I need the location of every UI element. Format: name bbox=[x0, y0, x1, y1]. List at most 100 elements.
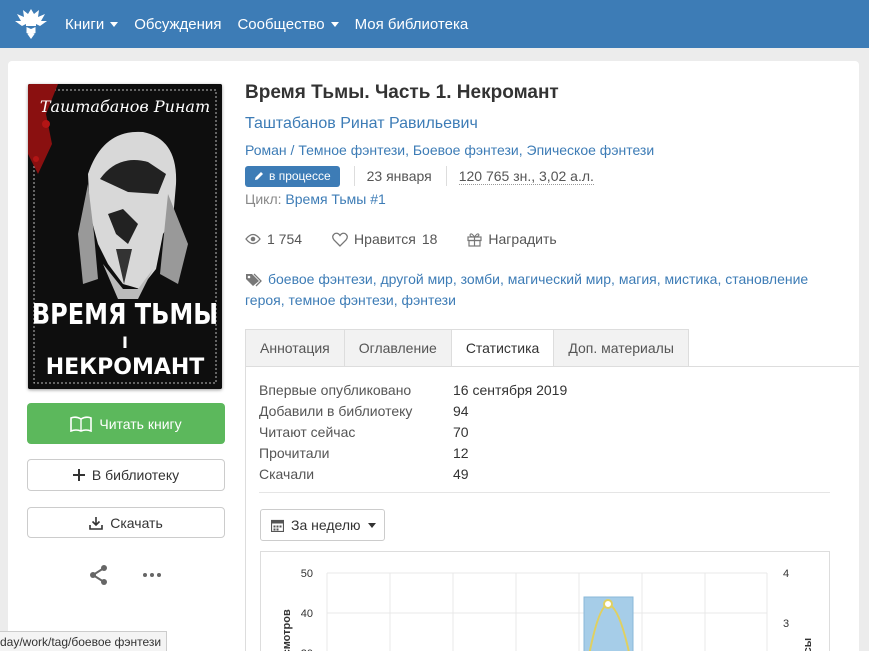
stat-label: Добавили в библиотеку bbox=[259, 402, 413, 419]
tab-extra-materials[interactable]: Доп. материалы bbox=[553, 329, 689, 367]
stat-label: Читают сейчас bbox=[259, 423, 356, 440]
stats-chart: 50 40 30 4 3 осмотров , часы bbox=[260, 551, 830, 651]
status-url: day/work/tag/боевое фэнтези bbox=[0, 634, 162, 649]
engagement-stats: 1 754 Нравится 18 Наградить bbox=[245, 230, 587, 248]
gift-icon bbox=[467, 232, 483, 247]
more-options-icon[interactable] bbox=[141, 566, 163, 584]
reward-button[interactable]: Наградить bbox=[467, 231, 557, 247]
stat-value: 70 bbox=[453, 423, 469, 440]
tag-link[interactable]: зомби bbox=[461, 271, 500, 287]
views-stat: 1 754 bbox=[245, 231, 302, 247]
genre-link[interactable]: Роман bbox=[245, 142, 287, 158]
stats-divider bbox=[259, 492, 830, 493]
stat-label: Впервые опубликовано bbox=[259, 381, 412, 398]
genre-link[interactable]: Темное фэнтези bbox=[298, 142, 405, 158]
tag-link[interactable]: фэнтези bbox=[402, 292, 456, 308]
stat-value: 49 bbox=[453, 465, 469, 482]
stat-row: Прочитали 12 bbox=[259, 442, 567, 463]
likes-count: 18 bbox=[421, 231, 438, 247]
caret-down-icon bbox=[110, 21, 119, 27]
tag-link[interactable]: другой мир bbox=[380, 271, 452, 287]
eagle-logo-icon[interactable] bbox=[11, 4, 51, 44]
right-tick: 3 bbox=[783, 618, 789, 630]
likes-label: Нравится bbox=[354, 231, 416, 247]
nav-books-label: Книги bbox=[65, 15, 105, 33]
views-count: 1 754 bbox=[267, 231, 303, 247]
genre-link[interactable]: Эпическое фэнтези bbox=[527, 142, 655, 158]
genre-link[interactable]: Боевое фэнтези bbox=[413, 142, 519, 158]
caret-down-icon bbox=[367, 522, 376, 528]
chart-grid bbox=[326, 572, 768, 651]
stat-value: 94 bbox=[453, 402, 469, 419]
tag-link[interactable]: мистика bbox=[665, 271, 718, 287]
stat-row: Впервые опубликовано 16 сентября 2019 bbox=[259, 379, 567, 400]
pencil-icon bbox=[255, 172, 263, 180]
right-axis-label: , часы bbox=[802, 638, 814, 651]
stat-row: Скачали 49 bbox=[259, 463, 567, 484]
cycle-info: Цикл: Время Тьмы #1 bbox=[245, 191, 386, 207]
eye-icon bbox=[245, 233, 261, 245]
nav-my-library-label: Моя библиотека bbox=[354, 15, 469, 33]
author-link[interactable]: Таштабанов Ринат Равильевич bbox=[245, 115, 478, 133]
tab-contents[interactable]: Оглавление bbox=[343, 329, 452, 367]
download-icon bbox=[89, 516, 104, 530]
cover-title-line1: ВРЕМЯ ТЬМЫ bbox=[32, 298, 218, 332]
nav-books[interactable]: Книги bbox=[65, 15, 119, 33]
plus-icon bbox=[72, 469, 85, 481]
tab-annotation[interactable]: Аннотация bbox=[245, 329, 345, 367]
right-tick: 4 bbox=[783, 568, 789, 580]
nav-discussions[interactable]: Обсуждения bbox=[134, 16, 221, 33]
reward-label: Наградить bbox=[488, 231, 557, 247]
tab-statistics[interactable]: Статистика bbox=[450, 329, 555, 367]
read-book-label: Читать книгу bbox=[99, 415, 182, 432]
browser-status-bar: day/work/tag/боевое фэнтези bbox=[0, 631, 168, 651]
cycle-link[interactable]: Время Тьмы #1 bbox=[285, 191, 385, 207]
stat-row: Добавили в библиотеку 94 bbox=[259, 400, 567, 421]
download-button[interactable]: Скачать bbox=[27, 507, 225, 538]
top-navbar: Книги Обсуждения Сообщество Моя библиоте… bbox=[0, 0, 869, 48]
period-label: За неделю bbox=[291, 517, 361, 533]
statistics-table: Впервые опубликовано 16 сентября 2019 Доб… bbox=[259, 379, 567, 484]
open-book-icon bbox=[70, 415, 93, 432]
nav-community-label: Сообщество bbox=[237, 15, 325, 33]
meta-row: в процессе 23 января 120 765 зн., 3,02 а… bbox=[245, 165, 594, 187]
book-card: Таштабанов Ринат ВРЕМЯ ТЬМЫ I НЕКРОМАНТ … bbox=[8, 61, 859, 651]
meta-divider bbox=[353, 166, 355, 186]
add-to-library-label: В библиотеку bbox=[91, 467, 180, 483]
cover-part-number: I bbox=[122, 333, 128, 352]
cycle-label: Цикл: bbox=[245, 191, 282, 207]
tag-link[interactable]: магический мир bbox=[508, 271, 611, 287]
tag-link[interactable]: магия bbox=[619, 271, 657, 287]
tags-list: боевое фэнтези, другой мир, зомби, магич… bbox=[245, 271, 809, 308]
stat-value: 16 сентября 2019 bbox=[453, 381, 568, 398]
book-tabs: Аннотация Оглавление Статистика Доп. мат… bbox=[245, 329, 859, 367]
like-button[interactable]: Нравится 18 bbox=[332, 231, 437, 247]
tag-link[interactable]: боевое фэнтези bbox=[268, 271, 373, 287]
chart-point[interactable] bbox=[603, 599, 613, 609]
meta-divider bbox=[445, 166, 447, 186]
nav-my-library[interactable]: Моя библиотека bbox=[355, 16, 469, 33]
cover-author: Таштабанов Ринат bbox=[40, 97, 210, 116]
tag-link[interactable]: темное фэнтези bbox=[289, 292, 394, 308]
read-book-button[interactable]: Читать книгу bbox=[27, 403, 225, 444]
caret-down-icon bbox=[330, 21, 339, 27]
update-date: 23 января bbox=[366, 168, 432, 184]
status-badge: в процессе bbox=[245, 165, 340, 187]
nav-community[interactable]: Сообщество bbox=[237, 15, 339, 33]
left-tick: 50 bbox=[301, 568, 313, 580]
share-icon[interactable] bbox=[88, 564, 110, 586]
left-tick: 40 bbox=[301, 608, 313, 620]
stat-label: Прочитали bbox=[259, 444, 330, 461]
stat-row: Читают сейчас 70 bbox=[259, 421, 567, 442]
nav-discussions-label: Обсуждения bbox=[134, 15, 222, 33]
stat-value: 12 bbox=[453, 444, 469, 461]
book-cover[interactable]: Таштабанов Ринат ВРЕМЯ ТЬМЫ I НЕКРОМАНТ bbox=[28, 84, 222, 389]
tags-icon bbox=[246, 273, 262, 287]
left-axis-label: осмотров bbox=[281, 609, 293, 651]
download-label: Скачать bbox=[110, 514, 163, 531]
genres-list: Роман / Темное фэнтези, Боевое фэнтези, … bbox=[245, 142, 655, 158]
calendar-icon bbox=[271, 519, 284, 532]
cover-title-line2: НЕКРОМАНТ bbox=[46, 355, 205, 380]
period-dropdown[interactable]: За неделю bbox=[260, 509, 385, 541]
add-to-library-button[interactable]: В библиотеку bbox=[27, 459, 225, 491]
